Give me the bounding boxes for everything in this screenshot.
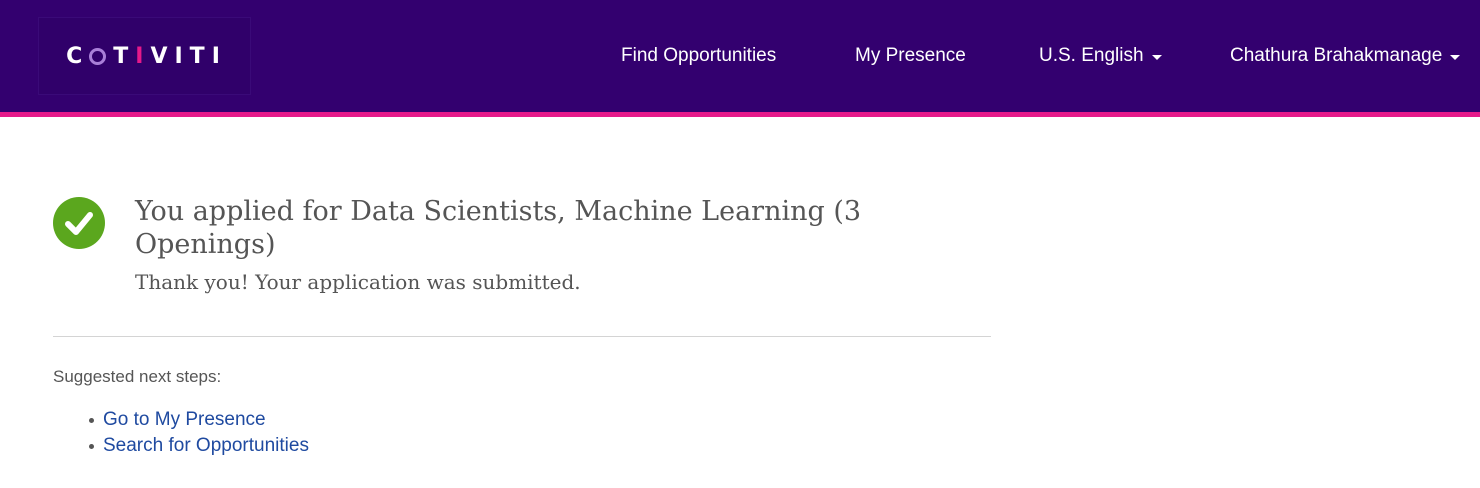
- logo-letters-viti: VITI: [150, 43, 227, 69]
- logo-ring-icon: [89, 47, 107, 65]
- confirmation-title: You applied for Data Scientists, Machine…: [135, 196, 862, 260]
- logo-wordmark: C TIVITI: [66, 44, 227, 69]
- user-menu-label: Chathura Brahakmanage: [1230, 45, 1443, 66]
- go-to-my-presence-link[interactable]: Go to My Presence: [103, 409, 266, 430]
- search-for-opportunities-link[interactable]: Search for Opportunities: [103, 435, 309, 456]
- list-item: Go to My Presence: [53, 407, 309, 433]
- bullet-icon: [89, 444, 94, 449]
- top-navigation-bar: C TIVITI Find Opportunities My Presence U…: [0, 0, 1480, 112]
- next-steps-label: Suggested next steps:: [53, 367, 222, 386]
- language-dropdown[interactable]: U.S. English: [1039, 0, 1162, 112]
- nav-my-presence-label: My Presence: [855, 45, 966, 66]
- bullet-icon: [89, 418, 94, 423]
- logo-letter-i: I: [135, 43, 151, 69]
- caret-down-icon: [1151, 55, 1162, 60]
- caret-down-icon: [1450, 55, 1461, 60]
- nav-find-opportunities[interactable]: Find Opportunities: [621, 0, 776, 112]
- nav-my-presence[interactable]: My Presence: [855, 0, 966, 112]
- cotiviti-logo[interactable]: C TIVITI: [38, 17, 251, 95]
- check-circle-icon: [53, 197, 105, 249]
- checkmark-icon: [65, 212, 93, 235]
- next-steps-list: Go to My Presence Search for Opportuniti…: [53, 407, 309, 459]
- section-divider: [53, 336, 991, 337]
- confirmation-message: Thank you! Your application was submitte…: [135, 270, 581, 294]
- user-menu-dropdown[interactable]: Chathura Brahakmanage: [1230, 0, 1461, 112]
- header-accent-line: [0, 112, 1480, 117]
- logo-letter-c: C: [66, 43, 90, 69]
- nav-find-opportunities-label: Find Opportunities: [621, 45, 777, 66]
- language-dropdown-label: U.S. English: [1039, 45, 1144, 66]
- logo-letter-t: T: [113, 43, 136, 69]
- list-item: Search for Opportunities: [53, 433, 309, 459]
